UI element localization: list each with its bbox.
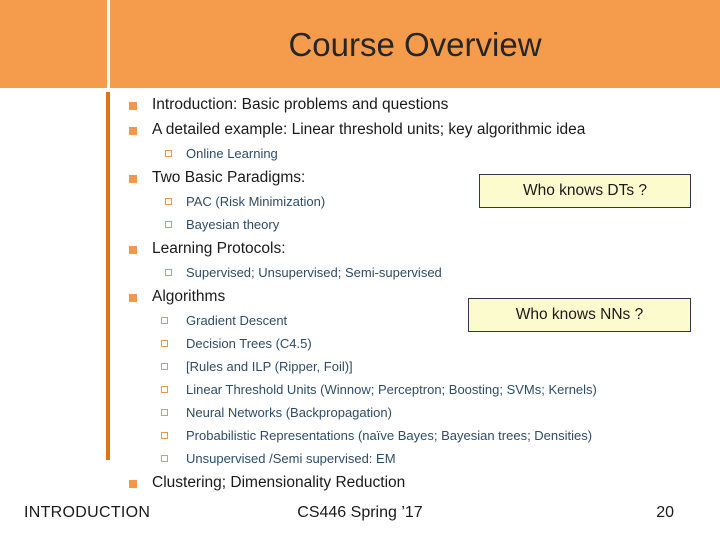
hollow-square-bullet-icon — [161, 409, 168, 416]
slide-canvas: Course Overview Introduction: Basic prob… — [0, 0, 720, 540]
outline-item-level1: Learning Protocols: — [0, 238, 720, 263]
footer-slide-number: 20 — [656, 504, 674, 521]
outline-item-label: Algorithms — [152, 288, 226, 305]
outline-item-label: PAC (Risk Minimization) — [186, 194, 326, 209]
outline-item-label: A detailed example: Linear threshold uni… — [152, 121, 586, 138]
outline-list: Introduction: Basic problems and questio… — [0, 94, 720, 497]
hollow-square-bullet-icon — [165, 269, 172, 276]
outline-item-level2: Probabilistic Representations (naïve Bay… — [0, 426, 720, 449]
page-title: Course Overview — [288, 26, 542, 63]
outline-item-level2: Supervised; Unsupervised; Semi-supervise… — [0, 263, 720, 286]
slide-footer: INTRODUCTION CS446 Spring ’17 20 — [0, 502, 720, 532]
outline-item-label: Two Basic Paradigms: — [152, 169, 306, 186]
outline-item-label: Clustering; Dimensionality Reduction — [152, 474, 406, 491]
hollow-square-bullet-icon — [161, 386, 168, 393]
outline-item-label: Introduction: Basic problems and questio… — [152, 96, 449, 113]
footer-course-label: CS446 Spring ’17 — [297, 504, 423, 521]
outline-item-level2: Unsupervised /Semi supervised: EM — [0, 449, 720, 472]
outline-item-level2: Bayesian theory — [0, 215, 720, 238]
outline-item-label: Bayesian theory — [186, 217, 280, 232]
outline-item-label: Neural Networks (Backpropagation) — [186, 405, 392, 420]
outline-item-label: Learning Protocols: — [152, 240, 286, 257]
hollow-square-bullet-icon — [165, 150, 172, 157]
hollow-square-bullet-icon — [165, 221, 172, 228]
outline-item-label: Unsupervised /Semi supervised: EM — [186, 451, 396, 466]
outline-item-level2: [Rules and ILP (Ripper, Foil)] — [0, 357, 720, 380]
outline-item-level2: Neural Networks (Backpropagation) — [0, 403, 720, 426]
filled-square-bullet-icon — [129, 127, 137, 135]
outline-item-level2: Decision Trees (C4.5) — [0, 334, 720, 357]
outline-item-level2: Linear Threshold Units (Winnow; Perceptr… — [0, 380, 720, 403]
outline-item-level1: Introduction: Basic problems and questio… — [0, 94, 720, 119]
outline-item-label: Linear Threshold Units (Winnow; Perceptr… — [186, 382, 597, 397]
filled-square-bullet-icon — [129, 102, 137, 110]
outline-item-level1: Clustering; Dimensionality Reduction — [0, 472, 720, 497]
outline-item-label: [Rules and ILP (Ripper, Foil)] — [186, 359, 353, 374]
filled-square-bullet-icon — [129, 175, 137, 183]
outline-item-label: Decision Trees (C4.5) — [186, 336, 312, 351]
callout-who-knows-dts: Who knows DTs ? — [479, 174, 691, 208]
outline-item-label: Gradient Descent — [186, 313, 288, 328]
hollow-square-bullet-icon — [161, 455, 168, 462]
outline-item-label: Probabilistic Representations (naïve Bay… — [186, 428, 593, 443]
filled-square-bullet-icon — [129, 480, 137, 488]
callout-who-knows-nns: Who knows NNs ? — [468, 298, 691, 332]
filled-square-bullet-icon — [129, 246, 137, 254]
hollow-square-bullet-icon — [161, 317, 168, 324]
hollow-square-bullet-icon — [161, 363, 168, 370]
outline-item-level1: A detailed example: Linear threshold uni… — [0, 119, 720, 144]
outline-item-level2: Online Learning — [0, 144, 720, 167]
filled-square-bullet-icon — [129, 294, 137, 302]
hollow-square-bullet-icon — [165, 198, 172, 205]
hollow-square-bullet-icon — [161, 432, 168, 439]
hollow-square-bullet-icon — [161, 340, 168, 347]
outline-item-label: Online Learning — [186, 146, 278, 161]
outline-item-label: Supervised; Unsupervised; Semi-supervise… — [186, 265, 442, 280]
